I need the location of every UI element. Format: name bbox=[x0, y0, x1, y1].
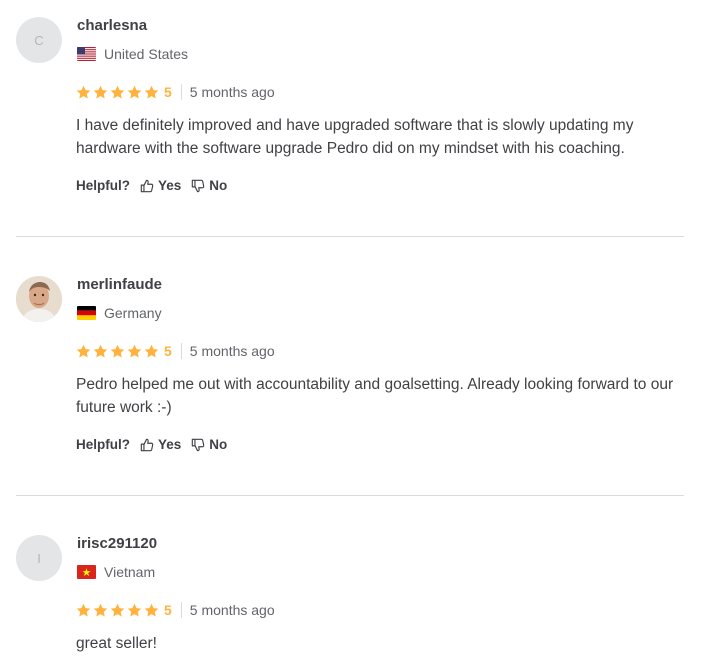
rating-value: 5 bbox=[164, 84, 172, 100]
separator bbox=[180, 84, 182, 100]
review-text: Pedro helped me out with accountability … bbox=[76, 376, 674, 416]
thumbs-up-icon bbox=[140, 438, 154, 451]
country: Vietnam bbox=[77, 564, 155, 580]
yes-label: Yes bbox=[158, 437, 182, 452]
rating-row: 5 5 months ago bbox=[76, 84, 275, 100]
rating-row: 5 5 months ago bbox=[76, 602, 275, 618]
star-rating bbox=[76, 344, 161, 359]
username[interactable]: irisc291120 bbox=[77, 535, 157, 552]
username[interactable]: merlinfaude bbox=[77, 276, 162, 293]
user-photo bbox=[16, 276, 62, 322]
review-time: 5 months ago bbox=[189, 602, 275, 618]
helpful-yes-button[interactable]: Yes bbox=[140, 437, 181, 452]
review-text: I have definitely improved and have upgr… bbox=[76, 117, 634, 157]
star-icon bbox=[144, 344, 159, 357]
germany-flag-icon bbox=[77, 306, 96, 320]
helpful-row: Helpful? Yes No bbox=[76, 437, 227, 452]
avatar[interactable]: I bbox=[16, 535, 62, 581]
review-time: 5 months ago bbox=[189, 84, 275, 100]
rating-row: 5 5 months ago bbox=[76, 343, 275, 359]
star-icon bbox=[93, 85, 108, 98]
helpful-label: Helpful? bbox=[76, 437, 130, 452]
star-icon bbox=[127, 85, 142, 98]
star-icon bbox=[144, 85, 159, 98]
country-name: Vietnam bbox=[104, 564, 156, 580]
country-name: United States bbox=[104, 46, 189, 62]
star-icon bbox=[110, 85, 125, 98]
yes-label: Yes bbox=[158, 178, 182, 193]
rating-value: 5 bbox=[164, 343, 172, 359]
star-rating bbox=[76, 85, 161, 100]
star-icon bbox=[76, 85, 91, 98]
star-icon bbox=[93, 603, 108, 616]
review-time: 5 months ago bbox=[189, 343, 275, 359]
star-icon bbox=[76, 344, 91, 357]
vietnam-flag-icon bbox=[77, 565, 96, 579]
country-name: Germany bbox=[104, 305, 162, 321]
country: Germany bbox=[77, 305, 162, 321]
star-rating bbox=[76, 603, 161, 618]
username[interactable]: charlesna bbox=[77, 17, 147, 34]
thumbs-up-icon bbox=[140, 179, 154, 192]
star-icon bbox=[144, 603, 159, 616]
divider bbox=[16, 495, 684, 496]
star-icon bbox=[76, 603, 91, 616]
star-icon bbox=[93, 344, 108, 357]
us-flag-icon bbox=[77, 47, 96, 61]
review-text: great seller! bbox=[76, 635, 157, 652]
star-icon bbox=[110, 603, 125, 616]
helpful-no-button[interactable]: No bbox=[191, 437, 227, 452]
helpful-no-button[interactable]: No bbox=[191, 178, 227, 193]
separator bbox=[180, 602, 182, 618]
avatar[interactable]: C bbox=[16, 17, 62, 63]
thumbs-down-icon bbox=[192, 179, 205, 192]
thumbs-down-icon bbox=[192, 438, 205, 451]
helpful-yes-button[interactable]: Yes bbox=[140, 178, 181, 193]
country: United States bbox=[77, 46, 188, 62]
divider bbox=[16, 236, 684, 237]
helpful-label: Helpful? bbox=[76, 178, 130, 193]
no-label: No bbox=[209, 437, 228, 452]
separator bbox=[180, 343, 182, 359]
avatar[interactable] bbox=[16, 276, 62, 322]
helpful-row: Helpful? Yes No bbox=[76, 178, 227, 193]
star-icon bbox=[127, 344, 142, 357]
no-label: No bbox=[209, 178, 228, 193]
rating-value: 5 bbox=[164, 602, 172, 618]
star-icon bbox=[127, 603, 142, 616]
star-icon bbox=[110, 344, 125, 357]
